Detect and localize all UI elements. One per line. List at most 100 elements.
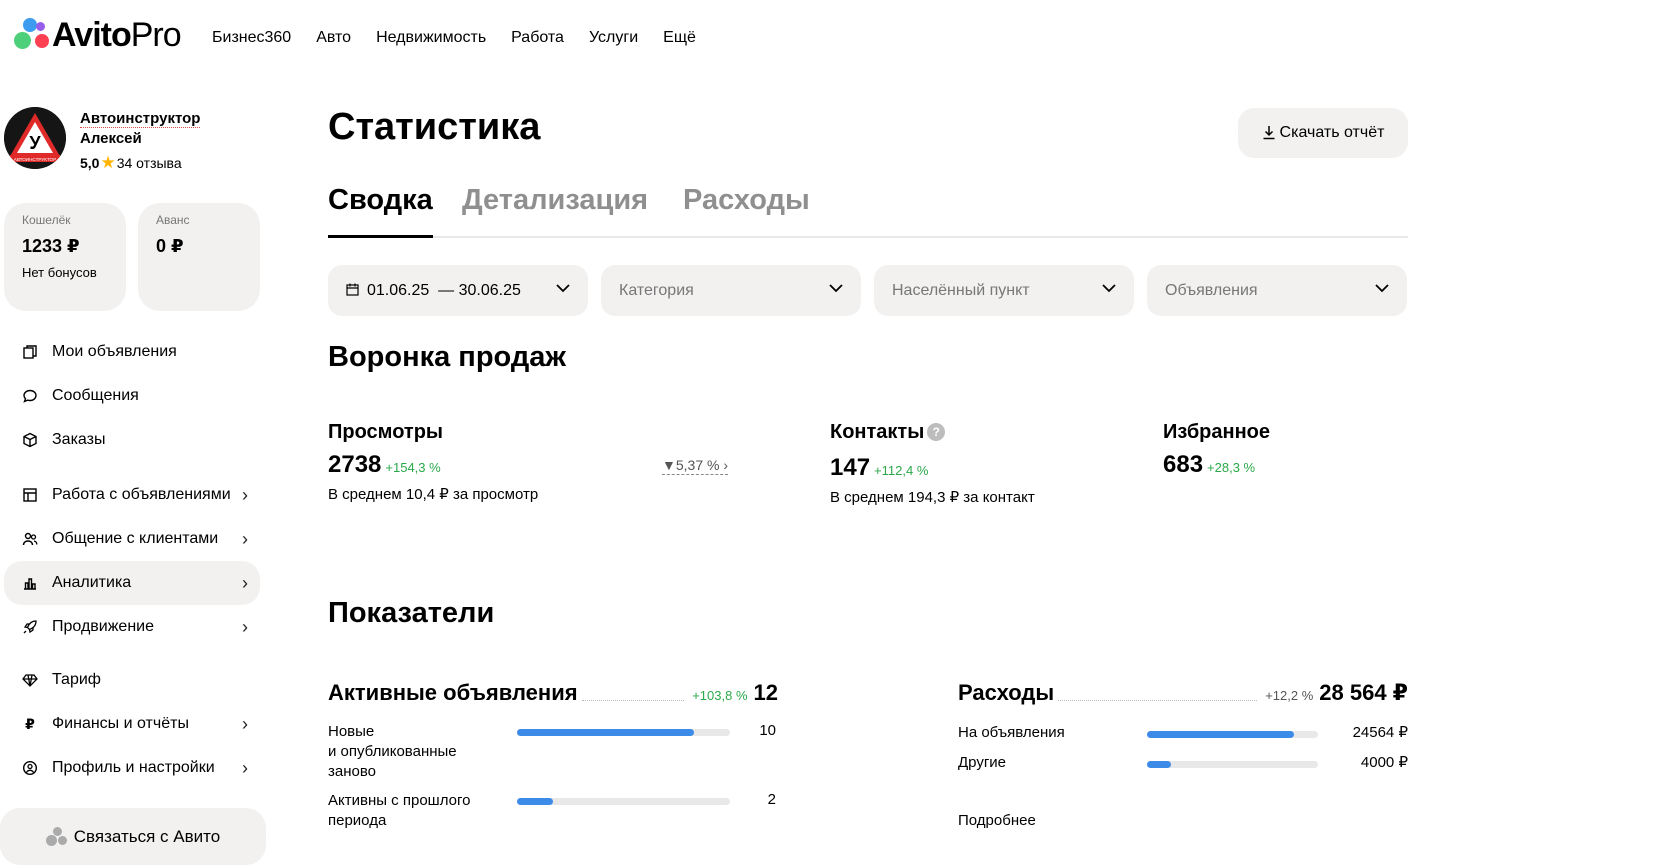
wallet-amount: 1233 ₽ <box>22 236 80 256</box>
chevron-right-icon: › <box>242 616 248 637</box>
user-circle-icon <box>20 758 40 778</box>
chevron-right-icon: › <box>242 572 248 593</box>
nav-services[interactable]: Услуги <box>589 29 638 47</box>
expenses-header: Расходы +12,2 % 28 564 ₽ <box>958 680 1408 705</box>
favorites-title: Избранное <box>1163 421 1271 443</box>
listings-icon <box>20 342 40 362</box>
rating[interactable]: 5,0 ★ 34 отзыва <box>80 153 230 173</box>
nav-realty[interactable]: Недвижимость <box>376 29 486 47</box>
indicators-title: Показатели <box>328 597 495 629</box>
contacts-title: Контакты? <box>830 421 946 444</box>
layout-icon <box>20 485 40 505</box>
svg-text:АВТОИНСТРУКТОР: АВТОИНСТРУКТОР <box>14 157 56 162</box>
chevron-down-icon <box>1100 279 1118 302</box>
sidebar-item-finance[interactable]: ₽ Финансы и отчёты › <box>4 702 260 746</box>
download-icon <box>1262 124 1276 143</box>
active-listings-header: Активные объявления +103,8 % 12 <box>328 680 778 705</box>
diamond-icon <box>20 670 40 690</box>
chevron-right-icon: › <box>242 757 248 778</box>
help-icon[interactable]: ? <box>927 423 946 441</box>
logo-text: AvitoPro <box>52 15 182 54</box>
city-filter[interactable]: Населённый пункт <box>874 265 1134 316</box>
expenses-delta: +12,2 % <box>1265 688 1314 703</box>
sidebar-item-profile-settings[interactable]: Профиль и настройки › <box>4 746 260 790</box>
chevron-right-icon: › <box>242 484 248 505</box>
funnel-title: Воронка продаж <box>328 341 566 373</box>
chevron-right-icon: › <box>242 713 248 734</box>
nav-auto[interactable]: Авто <box>316 29 351 47</box>
date-range-filter[interactable]: 01.06.25 — 30.06.25 <box>328 265 588 316</box>
nav-jobs[interactable]: Работа <box>511 29 564 47</box>
views-average: В среднем 10,4 ₽ за просмотр <box>328 486 539 503</box>
chevron-down-icon <box>1373 279 1391 302</box>
favorites-delta: +28,3 % <box>1207 460 1256 475</box>
profile-name[interactable]: Автоинструктор Алексей <box>80 109 230 149</box>
sidebar-item-promotion[interactable]: Продвижение › <box>4 605 260 649</box>
chevron-right-icon: › <box>242 528 248 549</box>
expenses-row-ads-bar <box>1147 731 1318 738</box>
active-row-previous-bar <box>517 798 730 805</box>
avito-pro-logo[interactable]: AvitoPro <box>14 15 182 54</box>
contacts-average: В среднем 194,3 ₽ за контакт <box>830 489 1035 506</box>
active-listings-delta: +103,8 % <box>692 688 748 703</box>
chat-icon <box>20 386 40 406</box>
contacts-value: 147 +112,4 % <box>830 454 929 481</box>
svg-text:У: У <box>29 133 41 153</box>
rocket-icon <box>20 617 40 637</box>
box-icon <box>20 430 40 450</box>
advance-amount: 0 ₽ <box>156 236 184 256</box>
reviews-count: 34 отзыва <box>116 155 182 171</box>
active-row-new-label: Новые и опубликованные заново <box>328 723 457 780</box>
nav-biznes360[interactable]: Бизнес360 <box>212 29 291 47</box>
views-delta: +154,3 % <box>385 460 441 475</box>
ruble-icon: ₽ <box>25 715 35 732</box>
sidebar-item-my-listings[interactable]: Мои объявления <box>4 330 260 374</box>
contacts-delta: +112,4 % <box>874 463 929 478</box>
avatar[interactable]: У АВТОИНСТРУКТОР <box>4 107 66 169</box>
views-title: Просмотры <box>328 421 444 443</box>
sidebar-item-messages[interactable]: Сообщения <box>4 374 260 418</box>
avito-dots-icon <box>45 826 68 847</box>
active-row-previous-value: 2 <box>767 791 776 808</box>
views-value: 2738 +154,3 % <box>328 451 441 478</box>
advance-card[interactable]: Аванс 0 ₽ <box>138 203 260 311</box>
chevron-down-icon <box>554 279 572 302</box>
sidebar-item-orders[interactable]: Заказы <box>4 418 260 462</box>
top-navigation: Бизнес360 Авто Недвижимость Работа Услуг… <box>212 29 696 47</box>
nav-more[interactable]: Ещё <box>663 29 696 47</box>
contact-avito-button[interactable]: Связаться с Авито <box>0 808 266 865</box>
ads-filter[interactable]: Объявления <box>1147 265 1407 316</box>
profile-block: У АВТОИНСТРУКТОР Автоинструктор Алексей … <box>4 107 230 173</box>
active-row-previous-label: Активны с прошлого периода <box>328 792 471 829</box>
logo-dots-icon <box>14 18 50 52</box>
expenses-row-other-label: Другие <box>958 754 1007 771</box>
active-row-new-bar <box>517 729 730 736</box>
active-listings-value: 12 <box>753 680 778 705</box>
tab-expenses[interactable]: Расходы <box>683 184 810 238</box>
users-icon <box>20 529 40 549</box>
download-report-button[interactable]: Скачать отчёт <box>1238 108 1408 158</box>
page-title: Статистика <box>328 106 541 148</box>
category-filter[interactable]: Категория <box>601 265 861 316</box>
star-icon: ★ <box>100 153 116 172</box>
expenses-row-other-bar <box>1147 761 1318 768</box>
chevron-right-icon: › <box>723 457 729 473</box>
sidebar-item-clients[interactable]: Общение с клиентами › <box>4 517 260 561</box>
tab-summary[interactable]: Сводка <box>328 184 433 238</box>
chevron-down-icon <box>827 279 845 302</box>
expenses-row-ads-label: На объявления <box>958 724 1065 741</box>
sidebar-item-tariff[interactable]: Тариф <box>4 658 260 702</box>
tabs: Сводка Детализация Расходы <box>328 184 1408 238</box>
wallet-card[interactable]: Кошелёк 1233 ₽ Нет бонусов <box>4 203 126 311</box>
expenses-row-ads-value: 24564 ₽ <box>1352 724 1408 741</box>
active-row-new-value: 10 <box>759 722 776 739</box>
sidebar-item-listings-work[interactable]: Работа с объявлениями › <box>4 473 260 517</box>
sidebar-item-analytics[interactable]: Аналитика › <box>4 561 260 605</box>
expenses-more-link[interactable]: Подробнее <box>958 812 1036 829</box>
rating-score: 5,0 <box>80 155 100 171</box>
tab-details[interactable]: Детализация <box>462 184 648 238</box>
conversion-link[interactable]: ▼5,37 % › <box>662 457 729 475</box>
wallet-bonus: Нет бонусов <box>22 265 97 280</box>
favorites-value: 683 +28,3 % <box>1163 451 1256 478</box>
calendar-icon <box>346 283 359 299</box>
